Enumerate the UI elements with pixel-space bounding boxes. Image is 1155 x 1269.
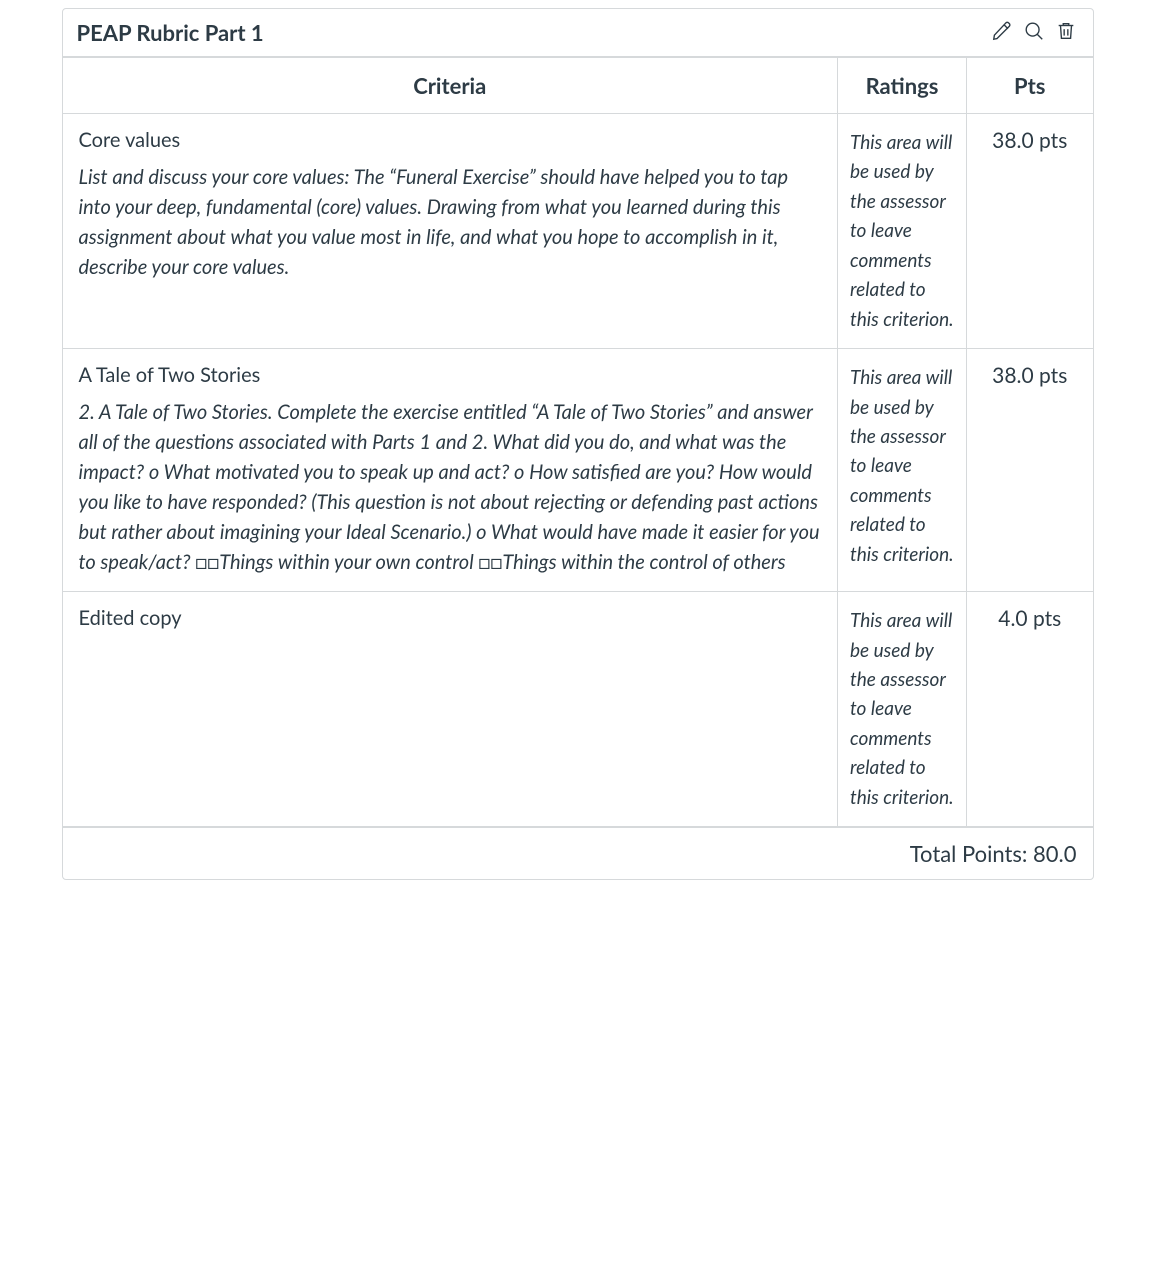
criterion-row: Edited copy This area will be used by th… <box>63 592 1093 827</box>
edit-button[interactable] <box>989 20 1015 46</box>
criterion-description: 2. A Tale of Two Stories. Complete the e… <box>79 397 822 577</box>
delete-button[interactable] <box>1053 20 1079 46</box>
col-header-pts: Pts <box>967 58 1093 114</box>
points-cell: 38.0 pts <box>967 114 1093 349</box>
search-icon <box>1023 20 1045 45</box>
criterion-title: Edited copy <box>79 606 822 630</box>
ratings-cell[interactable]: This area will be used by the assessor t… <box>838 114 967 349</box>
rubric-actions <box>989 20 1079 46</box>
criterion-title: A Tale of Two Stories <box>79 363 822 387</box>
rubric-panel: PEAP Rubric Part 1 <box>62 8 1094 880</box>
edit-icon <box>991 20 1013 45</box>
points-cell: 38.0 pts <box>967 349 1093 592</box>
criteria-cell[interactable]: Core values List and discuss your core v… <box>63 114 838 349</box>
col-header-ratings: Ratings <box>838 58 967 114</box>
table-header-row: Criteria Ratings Pts <box>63 58 1093 114</box>
rubric-table: Criteria Ratings Pts Core values List an… <box>63 57 1093 827</box>
rubric-total: Total Points: 80.0 <box>63 827 1093 879</box>
points-cell: 4.0 pts <box>967 592 1093 827</box>
criteria-cell[interactable]: A Tale of Two Stories 2. A Tale of Two S… <box>63 349 838 592</box>
search-button[interactable] <box>1021 20 1047 46</box>
criterion-description: List and discuss your core values: The “… <box>79 162 822 282</box>
criterion-row: A Tale of Two Stories 2. A Tale of Two S… <box>63 349 1093 592</box>
rubric-title: PEAP Rubric Part 1 <box>77 19 264 46</box>
rubric-header: PEAP Rubric Part 1 <box>63 9 1093 57</box>
trash-icon <box>1055 20 1077 45</box>
ratings-cell[interactable]: This area will be used by the assessor t… <box>838 349 967 592</box>
criterion-title: Core values <box>79 128 822 152</box>
ratings-cell[interactable]: This area will be used by the assessor t… <box>838 592 967 827</box>
criterion-row: Core values List and discuss your core v… <box>63 114 1093 349</box>
col-header-criteria: Criteria <box>63 58 838 114</box>
criteria-cell[interactable]: Edited copy <box>63 592 838 827</box>
